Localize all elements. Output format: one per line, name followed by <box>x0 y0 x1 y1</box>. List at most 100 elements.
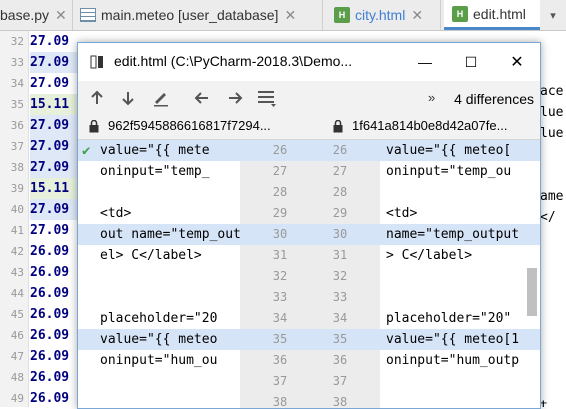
left-line-number: 37 <box>272 374 288 388</box>
right-code-line: value="{{ meteo[1 <box>386 332 520 347</box>
arrow-up-icon <box>91 90 103 104</box>
left-line-number: 28 <box>272 185 288 199</box>
left-code-line: value="{{ meteo <box>100 332 218 347</box>
line-number: 39 <box>10 182 24 195</box>
code-fragment: ace <box>540 84 564 99</box>
previous-difference-button[interactable] <box>86 87 108 109</box>
line-number: 48 <box>10 371 24 384</box>
left-diff-pane[interactable]: value="{{ mete oninput="temp_ <td> out nam… <box>78 140 240 408</box>
right-line-number: 36 <box>332 353 348 367</box>
left-line-number: 26 <box>272 143 288 157</box>
dialog-titlebar[interactable]: edit.html (C:\PyCharm-2018.3\Demo... — ☐… <box>78 43 540 81</box>
right-line-number: 31 <box>332 248 348 262</box>
tab-main-meteo[interactable]: main.meteo [user_database] ✕ <box>80 0 323 30</box>
code-fragment: lue <box>540 105 564 120</box>
code-fragment: t <box>540 399 548 407</box>
left-code-line: value="{{ mete <box>100 143 210 158</box>
arrow-down-icon <box>122 92 134 106</box>
left-line-number: 31 <box>272 248 288 262</box>
left-code-line: placeholder="20 <box>100 311 218 326</box>
line-number: 46 <box>10 329 24 342</box>
right-revision-hash: 1f641a814b0e8d42a07fe... <box>352 118 508 133</box>
tab-label: city.html <box>355 7 406 23</box>
right-line-number: 38 <box>332 395 348 409</box>
code-fragment: </ <box>540 210 556 225</box>
editor-tab-bar: base.py ✕ main.meteo [user_database] ✕ H… <box>0 0 566 31</box>
left-code-line: oninput="hum_ou <box>100 353 218 368</box>
chevron-down-icon[interactable]: ▾ <box>550 9 556 22</box>
diff-toolbar: » 4 differences <box>78 81 540 115</box>
right-diff-pane[interactable]: value="{{ meteo[oninput="temp_ou <td> nam… <box>380 140 540 408</box>
right-line-number: 30 <box>332 227 348 241</box>
tab-label: base.py <box>0 7 50 23</box>
lock-icon <box>333 120 343 133</box>
tab-city-html[interactable]: H city.html ✕ <box>326 0 441 30</box>
arrow-right-icon <box>229 92 243 104</box>
line-number: 45 <box>10 308 24 321</box>
line-number: 38 <box>10 161 24 174</box>
left-line-number: 38 <box>272 395 288 409</box>
left-line-number: 32 <box>272 269 288 283</box>
edit-source-button[interactable] <box>150 87 172 109</box>
forward-button[interactable] <box>224 87 246 109</box>
right-code-line: oninput="hum_outp <box>386 353 520 368</box>
left-code-line: oninput="temp_ <box>100 164 210 179</box>
line-number: 37 <box>10 140 24 153</box>
left-code-line: el> C</label> <box>100 248 202 263</box>
right-code-line: name="temp_output <box>386 227 520 242</box>
right-code-line: value="{{ meteo[ <box>386 143 512 158</box>
html-file-icon: H <box>334 7 350 23</box>
line-number: 35 <box>10 98 24 111</box>
close-button[interactable]: ✕ <box>494 43 540 81</box>
line-number: 43 <box>10 266 24 279</box>
right-line-number: 26 <box>332 143 348 157</box>
scrollbar-thumb[interactable] <box>527 268 537 316</box>
line-number: 34 <box>10 77 24 90</box>
minimize-button[interactable]: — <box>402 43 448 81</box>
right-line-number: 34 <box>332 311 348 325</box>
right-code-line: > C</label> <box>386 248 473 263</box>
back-button[interactable] <box>191 87 213 109</box>
right-line-number: 27 <box>332 164 348 178</box>
html-file-icon: H <box>452 5 468 22</box>
lock-icon <box>89 120 99 133</box>
left-line-number: 36 <box>272 353 288 367</box>
left-code-line: out name="temp_out <box>100 227 240 242</box>
line-number: 40 <box>10 203 24 216</box>
diff-line-numbers: 26 26 27 27 28 28 29 29 30 30 31 31 32 32 33 33 34 34 35 35… <box>240 140 380 408</box>
right-code-line: placeholder="20" <box>386 311 512 326</box>
next-difference-button[interactable] <box>117 87 139 109</box>
diff-file-icon <box>90 55 104 69</box>
tab-edit-html[interactable]: H edit.html <box>444 0 541 30</box>
maximize-button[interactable]: ☐ <box>448 43 494 81</box>
database-table-icon <box>80 8 96 22</box>
chevron-double-right-icon[interactable]: » <box>428 90 435 105</box>
code-fragment: lue <box>540 126 564 141</box>
left-line-number: 33 <box>272 290 288 304</box>
close-icon[interactable]: ✕ <box>55 7 67 24</box>
hamburger-menu-icon <box>258 91 276 107</box>
line-number: 41 <box>10 224 24 237</box>
line-number: 33 <box>10 56 24 69</box>
tab-base-py[interactable]: base.py ✕ <box>0 0 73 30</box>
left-line-number: 29 <box>272 206 288 220</box>
close-icon[interactable]: ✕ <box>411 7 423 24</box>
right-code-line: oninput="temp_ou <box>386 164 512 179</box>
line-number: 32 <box>10 35 24 48</box>
line-number: 47 <box>10 350 24 363</box>
pencil-icon <box>154 93 168 107</box>
code-fragment: ame <box>540 189 564 204</box>
settings-menu-button[interactable] <box>256 87 278 109</box>
line-number: 42 <box>10 245 24 258</box>
right-line-number: 28 <box>332 185 348 199</box>
right-line-number: 32 <box>332 269 348 283</box>
line-number: 36 <box>10 119 24 132</box>
arrow-left-icon <box>194 92 208 104</box>
line-number: 49 <box>10 392 24 405</box>
close-icon[interactable]: ✕ <box>284 7 296 24</box>
left-line-number: 30 <box>272 227 288 241</box>
editor-right-strip: ace lue lue ame </ t <box>540 31 566 407</box>
line-number: 44 <box>10 287 24 300</box>
left-code-line: <td> <box>100 206 132 221</box>
tab-overflow-menu[interactable]: ▾ <box>540 0 566 30</box>
